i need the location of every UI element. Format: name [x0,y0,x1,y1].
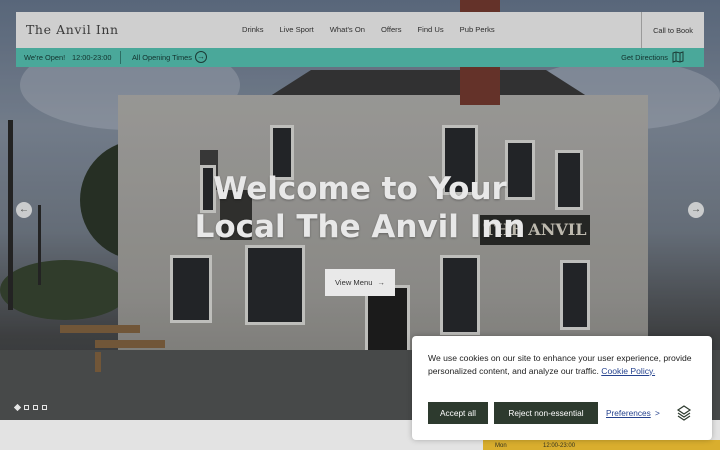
arrow-right-icon: → [377,278,386,287]
hours-time: 12:00-23:00 [543,443,576,449]
view-menu-button[interactable]: View Menu → [325,269,395,296]
hours-day: Mon [495,443,507,449]
carousel-dot[interactable] [24,405,29,410]
arrow-right-icon[interactable]: → [195,51,207,63]
info-divider [120,51,121,64]
cookie-message: We use cookies on our site to enhance yo… [428,352,698,377]
preferences-arrow[interactable]: > [655,408,660,418]
nav-item-offers[interactable]: Offers [381,25,402,34]
cookie-policy-link[interactable]: Cookie Policy. [601,366,655,376]
call-to-book-button[interactable]: Call to Book [641,12,704,48]
cookie-settings-icon[interactable] [676,405,692,421]
nav-item-live-sport[interactable]: Live Sport [280,25,314,34]
cookie-banner: We use cookies on our site to enhance yo… [412,336,712,440]
carousel-dots [13,403,47,412]
open-status: We're Open! [24,53,66,62]
nav-item-whats-on[interactable]: What's On [330,25,365,34]
today-hours: 12:00-23:00 [72,53,112,62]
nav-item-pub-perks[interactable]: Pub Perks [460,25,495,34]
nav-item-find-us[interactable]: Find Us [418,25,444,34]
all-opening-times-link[interactable]: All Opening Times [132,53,192,62]
opening-hours-preview: Mon 12:00-23:00 [483,440,720,450]
site-logo[interactable]: The Anvil Inn [26,22,119,37]
get-directions-link[interactable]: Get Directions [621,53,668,62]
carousel-next-button[interactable]: → [688,202,704,218]
view-menu-label: View Menu [334,278,373,287]
main-nav: Drinks Live Sport What's On Offers Find … [242,25,495,34]
hero-title: Welcome to Your Local The Anvil Inn [194,171,526,245]
carousel-dot[interactable] [13,403,22,412]
info-bar: We're Open! 12:00-23:00 All Opening Time… [16,48,704,67]
reject-non-essential-button[interactable]: Reject non-essential [494,402,598,424]
carousel-prev-button[interactable]: ← [16,202,32,218]
carousel-dot[interactable] [42,405,47,410]
map-icon[interactable] [672,51,684,63]
site-header: The Anvil Inn Drinks Live Sport What's O… [16,12,704,48]
nav-item-drinks[interactable]: Drinks [242,25,264,34]
carousel-dot[interactable] [33,405,38,410]
preferences-link[interactable]: Preferences [606,408,651,418]
accept-all-button[interactable]: Accept all [428,402,488,424]
